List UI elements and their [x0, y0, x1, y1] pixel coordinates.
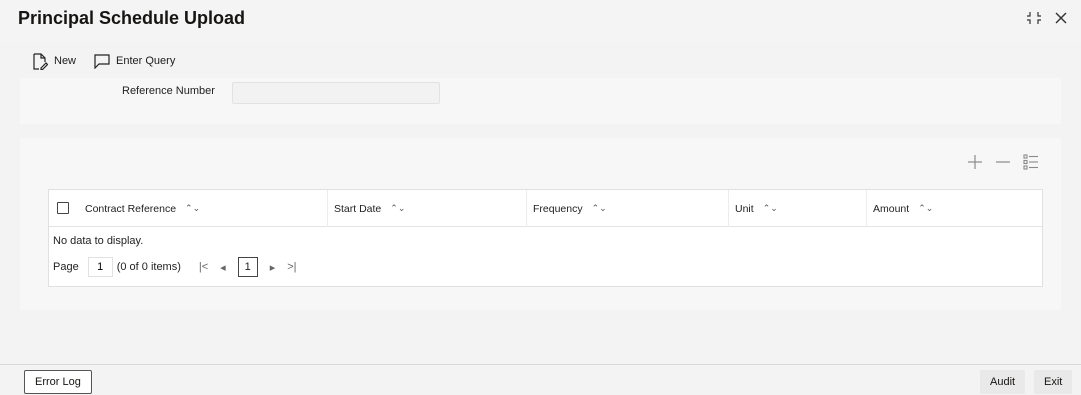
column-start-date[interactable]: Start Date ⌃⌄	[327, 190, 525, 227]
sort-icon: ⌃⌄	[591, 203, 607, 213]
contracts-table: Contract Reference ⌃⌄ Start Date ⌃⌄ Freque…	[48, 189, 1043, 287]
grid-panel: Contract Reference ⌃⌄ Start Date ⌃⌄ Freque…	[20, 138, 1061, 310]
sort-icon: ⌃⌄	[762, 203, 778, 213]
column-label: Amount	[873, 202, 910, 215]
column-label: Start Date	[334, 202, 382, 215]
sort-icon: ⌃⌄	[918, 203, 934, 213]
enter-query-button[interactable]: Enter Query	[88, 49, 181, 73]
empty-message: No data to display.	[53, 235, 144, 247]
reference-number-input[interactable]	[232, 82, 440, 104]
sort-icon: ⌃⌄	[390, 203, 406, 213]
grid-toolbar	[967, 154, 1039, 170]
query-comment-icon	[94, 53, 110, 69]
add-icon[interactable]	[967, 154, 983, 170]
new-button-label: New	[54, 55, 77, 67]
page-title: Principal Schedule Upload	[18, 8, 246, 28]
column-label: Contract Reference	[85, 202, 177, 215]
sort-icon: ⌃⌄	[185, 203, 201, 213]
current-page-button[interactable]: 1	[237, 257, 258, 277]
collapse-arrows-icon[interactable]	[1025, 9, 1043, 27]
column-label: Frequency	[533, 202, 583, 215]
pagination: Page (0 of 0 items) |< ◂ 1 ▸ >|	[53, 257, 297, 277]
page-label: Page	[53, 261, 79, 273]
select-all-checkbox[interactable]	[57, 202, 69, 214]
column-label: Unit	[735, 202, 754, 215]
new-button[interactable]: New	[26, 49, 82, 73]
prev-page-icon[interactable]: ◂	[220, 261, 226, 274]
close-icon[interactable]	[1052, 9, 1070, 27]
column-frequency[interactable]: Frequency ⌃⌄	[526, 190, 728, 227]
remove-icon[interactable]	[995, 154, 1011, 170]
item-count: (0 of 0 items)	[116, 261, 181, 273]
toolbar: New Enter Query	[0, 46, 1081, 76]
column-contract-reference[interactable]: Contract Reference ⌃⌄	[79, 190, 325, 227]
error-log-button[interactable]: Error Log	[24, 370, 92, 394]
new-document-icon	[32, 52, 48, 70]
title-bar: Principal Schedule Upload	[0, 0, 1081, 42]
next-page-icon[interactable]: ▸	[270, 261, 276, 274]
page-nav: |< ◂ 1 ▸ >|	[199, 257, 297, 277]
table-header: Contract Reference ⌃⌄ Start Date ⌃⌄ Freque…	[49, 190, 1042, 227]
audit-button[interactable]: Audit	[980, 370, 1026, 394]
column-settings-icon[interactable]	[1023, 154, 1039, 170]
first-page-icon[interactable]: |<	[199, 261, 208, 273]
column-amount[interactable]: Amount ⌃⌄	[866, 190, 1042, 227]
enter-query-label: Enter Query	[116, 55, 176, 67]
last-page-icon[interactable]: >|	[287, 261, 296, 273]
column-unit[interactable]: Unit ⌃⌄	[728, 190, 866, 227]
footer-divider	[0, 364, 1081, 365]
reference-panel: Reference Number	[20, 78, 1061, 124]
reference-number-label: Reference Number	[122, 85, 215, 97]
page-number-input[interactable]	[87, 257, 113, 277]
exit-button[interactable]: Exit	[1034, 370, 1073, 394]
